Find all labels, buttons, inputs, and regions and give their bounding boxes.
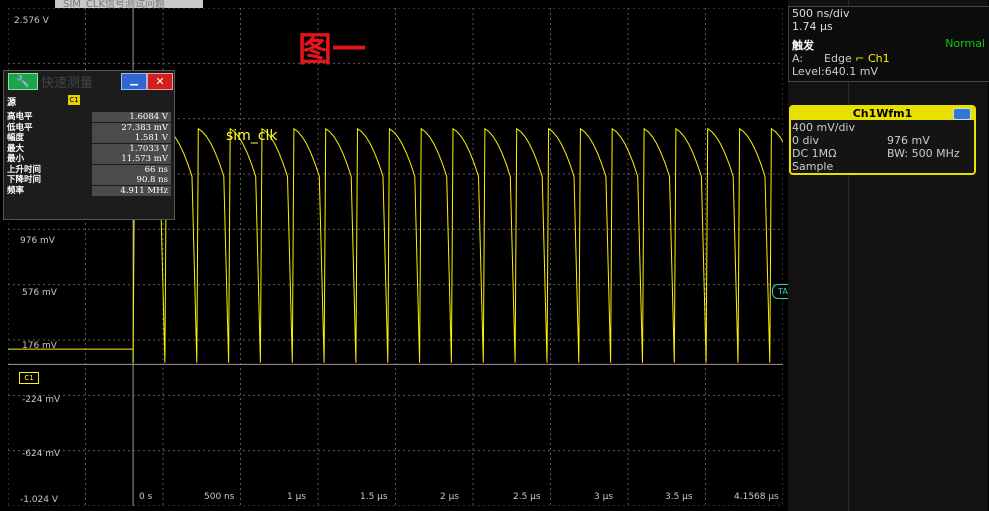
channel-panel[interactable]: Ch1Wfm1 400 mV/div 0 div 976 mV DC 1MΩ B…: [789, 105, 976, 175]
channel-offset-value[interactable]: 976 mV: [887, 134, 930, 147]
measurement-row[interactable]: 上升时间 66 ns: [4, 164, 174, 176]
rising-edge-icon: ⌐: [855, 52, 865, 65]
channel-bandwidth[interactable]: BW: 500 MHz: [887, 147, 960, 160]
x-label-1p5us: 1.5 µs: [360, 492, 388, 502]
measurement-row[interactable]: 最大 1.7033 V: [4, 143, 174, 155]
y-label-976: 976 mV: [20, 236, 55, 246]
measurement-row[interactable]: 低电平 27.383 mV: [4, 122, 174, 134]
y-label-176: 176 mV: [22, 341, 57, 351]
channel-offset-div[interactable]: 0 div: [792, 134, 819, 147]
measurement-name: 高电平: [7, 112, 33, 122]
channel-panel-minimize-icon[interactable]: [953, 108, 971, 120]
trigger-type: Edge: [824, 52, 852, 65]
minimize-button[interactable]: ▁: [121, 73, 147, 90]
measurement-value: 1.581 V: [92, 133, 171, 143]
x-label-1us: 1 µs: [287, 492, 307, 502]
x-label-2us: 2 µs: [440, 492, 460, 502]
measurement-value: 27.383 mV: [92, 122, 171, 133]
measurement-name: 下降时间: [7, 175, 42, 185]
trigger-channel: Ch1: [867, 52, 890, 65]
measurement-value: 66 ns: [92, 164, 171, 175]
timebase-position[interactable]: 1.74 µs: [792, 20, 833, 33]
measurement-row[interactable]: 高电平 1.6084 V: [4, 112, 174, 123]
timebase-scale[interactable]: 500 ns/div: [792, 7, 849, 20]
close-button[interactable]: ✕: [147, 73, 173, 90]
y-label-neg1024: -1.024 V: [20, 495, 59, 505]
x-label-end: 4.1568 µs: [734, 492, 779, 502]
trigger-source-prefix: A:: [792, 52, 804, 65]
measurement-value: 1.7033 V: [92, 143, 171, 154]
channel-scale[interactable]: 400 mV/div: [792, 121, 855, 134]
measurement-value: 11.573 mV: [92, 154, 171, 164]
y-label-neg624: -624 mV: [22, 449, 61, 459]
measurement-name: 最小: [7, 154, 25, 164]
y-label-2576: 2.576 V: [14, 16, 49, 26]
measurement-name: 频率: [7, 185, 25, 196]
trigger-level[interactable]: Level:640.1 mV: [792, 65, 878, 78]
measurement-row[interactable]: 幅度 1.581 V: [4, 133, 174, 144]
x-label-500ns: 500 ns: [204, 492, 235, 502]
channel-panel-title: Ch1Wfm1: [791, 107, 974, 120]
measurement-panel-title: 快速测量: [41, 76, 94, 91]
measurement-row[interactable]: 最小 11.573 mV: [4, 154, 174, 165]
measurement-row[interactable]: 频率 4.911 MHz: [4, 185, 174, 197]
y-label-576: 576 mV: [22, 288, 57, 298]
wrench-icon[interactable]: 🔧: [8, 73, 38, 90]
trigger-title: 触发: [792, 39, 814, 52]
source-label: 源: [7, 98, 17, 108]
signal-label: sim_clk: [226, 128, 278, 144]
source-chip[interactable]: C1: [68, 95, 80, 105]
measurement-panel-header[interactable]: 🔧 快速测量 ▁ ✕: [4, 71, 174, 91]
channel-acq-mode[interactable]: Sample: [792, 160, 833, 173]
measurement-value: 4.911 MHz: [92, 185, 171, 196]
measurement-name: 幅度: [7, 133, 25, 143]
measurement-name: 低电平: [7, 122, 33, 133]
measurement-value: 90.8 ns: [92, 175, 171, 185]
quick-measurement-panel[interactable]: 🔧 快速测量 ▁ ✕ 源 C1 高电平 1.6084 V 低电平 27.383 mV 幅…: [3, 70, 175, 220]
x-label-0: 0 s: [139, 492, 153, 502]
channel-coupling[interactable]: DC 1MΩ: [792, 147, 837, 160]
measurement-rows: 高电平 1.6084 V 低电平 27.383 mV 幅度 1.581 V 最大 1.7033…: [4, 112, 174, 196]
measurement-name: 上升时间: [7, 164, 42, 175]
timebase-trigger-panel[interactable]: 500 ns/div 1.74 µs 触发 Normal A: Edge ⌐ C…: [788, 6, 989, 82]
x-label-3p5us: 3.5 µs: [665, 492, 693, 502]
measurement-source-row: 源 C1: [4, 91, 174, 111]
measurement-row[interactable]: 下降时间 90.8 ns: [4, 175, 174, 186]
measurement-value: 1.6084 V: [92, 112, 171, 122]
x-label-2p5us: 2.5 µs: [513, 492, 541, 502]
trigger-mode[interactable]: Normal: [945, 37, 985, 50]
trigger-source-line[interactable]: A: Edge ⌐ Ch1: [792, 52, 890, 65]
measurement-name: 最大: [7, 143, 25, 154]
annotation-title: 图一: [298, 30, 366, 70]
channel-offset-marker[interactable]: C1: [19, 372, 39, 384]
y-label-neg224: -224 mV: [22, 395, 61, 405]
x-label-3us: 3 µs: [594, 492, 614, 502]
